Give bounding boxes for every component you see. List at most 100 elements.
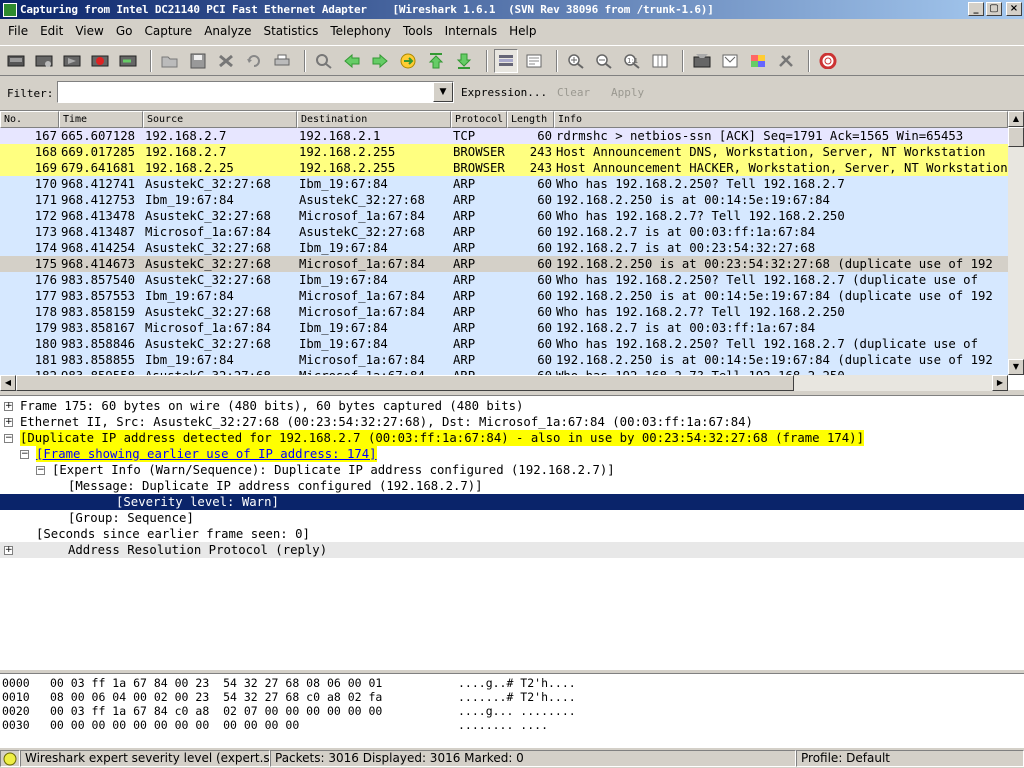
close-button[interactable]: ×	[1006, 2, 1022, 16]
filter-combobox[interactable]: ▼	[57, 81, 454, 103]
detail-tree-item[interactable]: Ethernet II, Src: AsustekC_32:27:68 (00:…	[20, 414, 753, 430]
packet-cell-time: 665.607128	[61, 129, 136, 143]
go-forward-icon[interactable]	[368, 49, 392, 73]
menu-file[interactable]: File	[2, 24, 34, 38]
packet-row[interactable]: 170 968.412741 AsustekC_32:27:68 Ibm_19:67:…	[0, 176, 1008, 192]
packet-row[interactable]: 176 983.857540 AsustekC_32:27:68 Ibm_19:67:…	[0, 272, 1008, 288]
packet-row[interactable]: 178 983.858159 AsustekC_32:27:68 Microsof_1…	[0, 304, 1008, 320]
display-filters-icon[interactable]	[718, 49, 742, 73]
scroll-up-icon[interactable]: ▲	[1008, 111, 1024, 127]
packet-row[interactable]: 180 983.858846 AsustekC_32:27:68 Ibm_19:67:…	[0, 336, 1008, 352]
collapse-icon[interactable]: −	[36, 466, 45, 475]
find-packet-icon[interactable]	[312, 49, 336, 73]
menu-help[interactable]: Help	[503, 24, 542, 38]
maximize-button[interactable]: ▢	[986, 2, 1002, 16]
packet-row[interactable]: 179 983.858167 Microsof_1a:67:84 Ibm_19:67:…	[0, 320, 1008, 336]
status-profile[interactable]: Profile: Default	[796, 750, 1024, 767]
close-file-icon[interactable]	[214, 49, 238, 73]
zoom-in-icon[interactable]	[564, 49, 588, 73]
start-capture-icon[interactable]	[60, 49, 84, 73]
chevron-down-icon[interactable]: ▼	[433, 82, 453, 102]
column-header-source[interactable]: Source	[143, 111, 297, 128]
column-header-protocol[interactable]: Protocol	[451, 111, 507, 128]
expand-icon[interactable]: +	[4, 418, 13, 427]
open-file-icon[interactable]	[158, 49, 182, 73]
scroll-left-icon[interactable]: ◀	[0, 375, 16, 391]
go-last-icon[interactable]	[452, 49, 476, 73]
restart-capture-icon[interactable]	[116, 49, 140, 73]
go-back-icon[interactable]	[340, 49, 364, 73]
normal-size-icon[interactable]: 1:1	[620, 49, 644, 73]
packet-row[interactable]: 172 968.413478 AsustekC_32:27:68 Microsof_1…	[0, 208, 1008, 224]
colorize-icon[interactable]	[494, 48, 518, 73]
save-file-icon[interactable]	[186, 49, 210, 73]
autoscroll-icon[interactable]	[522, 49, 546, 73]
expression-button[interactable]: Expression...	[461, 86, 547, 99]
packet-row[interactable]: 177 983.857553 Ibm_19:67:84 Microsof_1a:67:…	[0, 288, 1008, 304]
packet-row[interactable]: 174 968.414254 AsustekC_32:27:68 Ibm_19:67:…	[0, 240, 1008, 256]
column-header-destination[interactable]: Destination	[297, 111, 451, 128]
wireshark-app-icon[interactable]	[3, 2, 17, 17]
capture-options-icon[interactable]	[32, 49, 56, 73]
menu-internals[interactable]: Internals	[439, 24, 504, 38]
packet-row[interactable]: 167 665.607128 192.168.2.7 192.168.2.1 TCP 60…	[0, 128, 1008, 144]
menu-view[interactable]: View	[69, 24, 109, 38]
go-first-icon[interactable]	[424, 49, 448, 73]
packet-list-hscrollbar[interactable]: ◀ ▶	[0, 375, 1008, 391]
expand-icon[interactable]: +	[4, 402, 13, 411]
resize-columns-icon[interactable]	[648, 49, 672, 73]
column-header-time[interactable]: Time	[59, 111, 143, 128]
detail-tree-item[interactable]: Address Resolution Protocol (reply)	[0, 542, 1024, 558]
coloring-rules-icon[interactable]	[746, 49, 770, 73]
packet-row[interactable]: 169 679.641681 192.168.2.25 192.168.2.255 BR…	[0, 160, 1008, 176]
detail-tree-item[interactable]: [Seconds since earlier frame seen: 0]	[36, 526, 310, 542]
interface-list-icon[interactable]	[4, 49, 28, 73]
filter-input[interactable]	[58, 82, 431, 102]
stop-capture-icon[interactable]	[88, 49, 112, 73]
preferences-icon[interactable]	[774, 49, 798, 73]
reload-icon[interactable]	[242, 49, 266, 73]
detail-tree-item[interactable]: [Group: Sequence]	[68, 510, 194, 526]
capture-filters-icon[interactable]	[690, 49, 714, 73]
detail-tree-label: [Seconds since earlier frame seen: 0]	[36, 527, 310, 541]
packet-row[interactable]: 168 669.017285 192.168.2.7 192.168.2.255 BRO…	[0, 144, 1008, 160]
expert-info-indicator[interactable]	[0, 750, 20, 767]
column-header-no[interactable]: No.	[0, 111, 59, 128]
menu-statistics[interactable]: Statistics	[257, 24, 324, 38]
packet-row[interactable]: 171 968.412753 Ibm_19:67:84 AsustekC_32:27:…	[0, 192, 1008, 208]
packet-list-vscrollbar[interactable]: ▲ ▼	[1008, 111, 1024, 375]
hscroll-thumb[interactable]	[16, 375, 794, 391]
packet-row[interactable]: 173 968.413487 Microsof_1a:67:84 AsustekC_3…	[0, 224, 1008, 240]
scroll-right-icon[interactable]: ▶	[992, 375, 1008, 391]
packet-cell-info: Host Announcement HACKER, Workstation, S…	[556, 161, 1008, 175]
clear-button[interactable]: Clear	[557, 86, 590, 99]
go-to-packet-icon[interactable]	[396, 49, 420, 73]
column-header-length[interactable]: Length	[507, 111, 554, 128]
column-header-info[interactable]: Info	[554, 111, 1008, 128]
zoom-out-icon[interactable]	[592, 49, 616, 73]
menu-capture[interactable]: Capture	[138, 24, 198, 38]
menu-tools[interactable]: Tools	[397, 24, 439, 38]
menu-analyze[interactable]: Analyze	[198, 24, 257, 38]
expand-icon[interactable]: +	[4, 546, 13, 555]
detail-tree-item[interactable]: [Severity level: Warn]	[0, 494, 1024, 510]
packet-cell-dst: AsustekC_32:27:68	[299, 193, 425, 207]
packet-row[interactable]: 181 983.858855 Ibm_19:67:84 Microsof_1a:67:…	[0, 352, 1008, 368]
collapse-icon[interactable]: −	[4, 434, 13, 443]
scroll-thumb[interactable]	[1008, 127, 1024, 147]
packet-row[interactable]: 175 968.414673 AsustekC_32:27:68 Microsof_1…	[0, 256, 1008, 272]
help-icon[interactable]	[816, 49, 840, 73]
minimize-button[interactable]: _	[968, 2, 984, 16]
detail-tree-item[interactable]: [Duplicate IP address detected for 192.1…	[20, 430, 864, 446]
detail-tree-item[interactable]: Frame 175: 60 bytes on wire (480 bits), …	[20, 398, 523, 414]
menu-go[interactable]: Go	[110, 24, 139, 38]
collapse-icon[interactable]: −	[20, 450, 29, 459]
apply-button[interactable]: Apply	[611, 86, 644, 99]
detail-tree-item[interactable]: [Expert Info (Warn/Sequence): Duplicate …	[52, 462, 615, 478]
detail-tree-item[interactable]: [Message: Duplicate IP address configure…	[68, 478, 483, 494]
menu-edit[interactable]: Edit	[34, 24, 69, 38]
print-icon[interactable]	[270, 49, 294, 73]
detail-tree-item[interactable]: [Frame showing earlier use of IP address…	[36, 446, 377, 462]
scroll-down-icon[interactable]: ▼	[1008, 359, 1024, 375]
menu-telephony[interactable]: Telephony	[324, 24, 397, 38]
